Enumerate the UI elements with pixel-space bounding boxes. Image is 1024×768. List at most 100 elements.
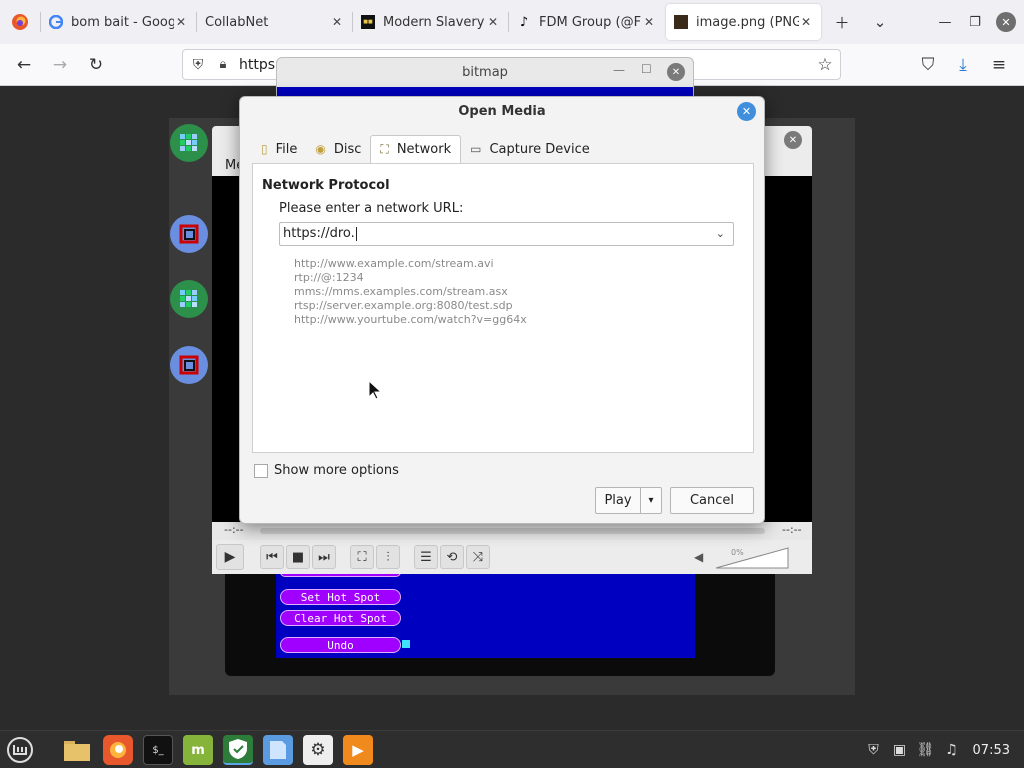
maximize-icon[interactable]: ☐ [641,62,652,76]
resize-handle[interactable] [402,640,410,648]
vlc-seek-bar: --:-- --:-- [212,522,812,540]
update-tray-icon[interactable]: ▣ [887,742,913,758]
capture-icon: ▭ [470,142,482,156]
fullscreen-icon[interactable]: ⛶ [350,545,374,569]
undo-button[interactable]: Undo [280,637,401,653]
window-frame-icon[interactable] [170,215,208,253]
tab-close-icon[interactable]: ✕ [486,15,500,29]
media-player-icon[interactable]: ▶ [343,735,373,765]
browser-tab[interactable]: CollabNet ✕ [197,0,352,44]
clear-hot-spot-button[interactable]: Clear Hot Spot [280,610,401,626]
play-button[interactable]: Play [595,487,641,514]
maximize-icon[interactable]: ❐ [960,7,990,37]
tab-label: Capture Device [489,141,590,157]
url-label: Please enter a network URL: [279,201,464,216]
tracking-shield-icon[interactable]: ⛨ [183,57,213,73]
volume-percent: 0% [731,548,744,557]
files-icon[interactable] [263,735,293,765]
total-time: --:-- [782,523,802,536]
previous-icon[interactable]: ⏮ [260,545,284,569]
file-icon: ▯ [261,142,268,156]
pocket-icon[interactable]: ⛉ [914,52,942,78]
loop-icon[interactable]: ⟲ [440,545,464,569]
google-icon [49,15,63,29]
network-url-input[interactable]: https://dro. ⌄ [279,222,734,246]
window-frame-icon[interactable] [170,346,208,384]
tab-list-chevron-icon[interactable]: ⌄ [861,0,899,44]
shuffle-icon[interactable]: ⤨ [466,545,490,569]
speaker-icon[interactable]: ◀ [694,550,703,564]
next-icon[interactable]: ⏭ [312,545,336,569]
set-hot-spot-button[interactable]: Set Hot Spot [280,589,401,605]
tab-close-icon[interactable]: ✕ [174,15,188,29]
mosaic-icon[interactable] [170,124,208,162]
terminal-icon[interactable]: $_ [143,735,173,765]
volume-slider[interactable] [715,547,789,569]
vlc-controls: ▶ ⏮ ■ ⏭ ⛶ ⫶ ☰ ⟲ ⤨ ◀ 0% [212,540,812,574]
tab-close-icon[interactable]: ✕ [642,15,656,29]
tab-capture-device[interactable]: ▭ Capture Device [461,135,599,163]
tab-title: bom bait - Goog [71,14,174,30]
bookmark-star-icon[interactable]: ☆ [810,55,840,75]
shield-icon[interactable] [223,735,253,765]
close-icon[interactable]: ✕ [737,102,756,121]
app-menu-icon[interactable]: ≡ [985,52,1013,78]
elapsed-time: --:-- [224,523,244,536]
example-url: mms://mms.examples.com/stream.asx [294,285,508,298]
minimize-icon[interactable]: — [930,7,960,37]
playlist-icon[interactable]: ☰ [414,545,438,569]
tiktok-icon: ♪ [519,14,529,30]
close-icon[interactable]: ✕ [667,63,685,81]
browser-tab[interactable]: ■■ Modern Slavery ✕ [353,0,508,44]
mint-menu-icon[interactable] [5,735,35,765]
tab-file[interactable]: ▯ File [252,135,306,163]
seek-slider[interactable] [260,528,765,534]
settings-gear-icon[interactable]: ⚙ [303,735,333,765]
more-options-checkbox[interactable] [254,463,268,478]
tab-network[interactable]: ⛶ Network [370,135,462,163]
network-tray-icon[interactable]: ⛓ [913,742,939,758]
lock-icon[interactable]: 🔒︎ [213,57,233,72]
browser-tab[interactable]: bom bait - Goog ✕ [41,0,196,44]
firefox-menu-icon[interactable] [0,0,40,44]
shield-tray-icon[interactable]: ⛨ [861,742,887,758]
example-url: rtp://@:1234 [294,271,364,284]
show-more-options[interactable]: Show more options [254,463,399,478]
minimize-icon[interactable]: — [613,63,625,77]
url-input-value[interactable]: https://dro. [283,226,355,241]
back-icon[interactable]: ← [10,52,38,78]
sound-tray-icon[interactable]: ♫ [939,742,965,758]
play-icon[interactable]: ▶ [216,544,244,570]
browser-tab[interactable]: ♪ FDM Group (@F ✕ [509,0,664,44]
close-window-icon[interactable]: ✕ [996,12,1016,32]
firefox-icon[interactable] [103,735,133,765]
tab-title: Modern Slavery [383,14,485,30]
cancel-button[interactable]: Cancel [670,487,754,514]
mosaic-icon[interactable] [170,280,208,318]
network-icon: ⛶ [380,142,389,156]
new-tab-icon[interactable]: ＋ [823,0,861,44]
tab-close-icon[interactable]: ✕ [330,15,344,29]
downloads-icon[interactable]: ⤓ [949,52,977,78]
reload-icon[interactable]: ↻ [82,52,110,78]
tab-disc[interactable]: ◉ Disc [306,135,370,163]
close-icon[interactable]: ✕ [784,131,802,149]
chevron-down-icon[interactable]: ⌄ [716,227,725,240]
folder-icon[interactable] [62,735,92,765]
mouse-cursor-icon [368,380,382,400]
forward-icon[interactable]: → [46,52,74,78]
url-examples: http://www.example.com/stream.avi rtp://… [294,257,527,327]
url-text[interactable]: https [239,57,275,73]
play-dropdown-chevron-icon[interactable]: ▾ [641,487,662,514]
extended-settings-icon[interactable]: ⫶ [376,545,400,569]
clock[interactable]: 07:53 [973,743,1010,758]
tab-close-icon[interactable]: ✕ [799,15,813,29]
system-tray: ⛨ ▣ ⛓ ♫ 07:53 [861,731,1010,768]
bitmap-window-title: bitmap [462,65,508,80]
tab-title: CollabNet [205,14,269,30]
stop-icon[interactable]: ■ [286,545,310,569]
tab-title: FDM Group (@F [539,14,642,30]
browser-tab-active[interactable]: image.png (PNG ✕ [666,4,821,40]
tab-label: File [275,141,298,157]
mintupdate-icon[interactable]: m [183,735,213,765]
